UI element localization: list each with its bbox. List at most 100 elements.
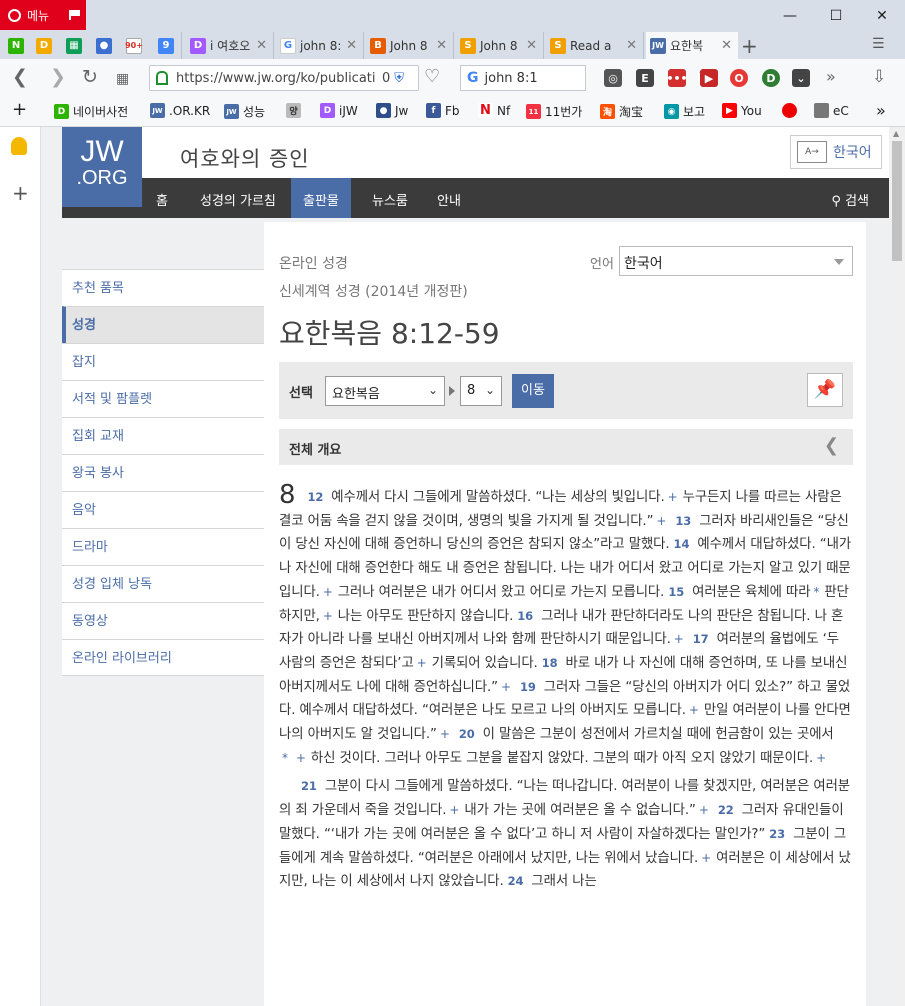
cross-reference-marker[interactable]: + [417,656,427,670]
new-tab-icon[interactable]: + [741,34,758,58]
cross-reference-marker[interactable]: + [323,609,333,623]
nav-newsroom[interactable]: 뉴스룸 [360,178,420,218]
nav-home[interactable]: 홈 [144,178,180,218]
evernote-icon[interactable]: E [636,69,654,87]
verse-number[interactable]: 18 [542,656,558,670]
dots-icon[interactable]: ••• [666,69,688,87]
url-field[interactable]: https://www.jw.org/ko/publication 0 ⛨ [149,65,419,91]
media-play-icon[interactable]: ▶ [700,69,718,87]
footnote-marker[interactable]: * [282,751,288,765]
nav-search[interactable]: ⚲ 검색 [831,178,869,218]
language-button[interactable]: A→ 한국어 [790,135,882,169]
leftnav-item[interactable]: 서적 및 팜플렛 [62,380,264,417]
tab-2[interactable]: Gjohn 8: ✕ [276,32,364,59]
add-sidebar-icon[interactable]: + [12,181,29,205]
verse-number[interactable]: 21 [301,779,317,793]
tab-3[interactable]: B John 8 ✕ [366,32,454,59]
bookmark-item[interactable]: DiJW [320,103,358,118]
verse-number[interactable]: 24 [508,874,524,888]
scrollbar-thumb[interactable] [892,141,902,261]
nav-publications[interactable]: 출판물 [291,178,351,218]
page-scrollbar[interactable]: ▲ [889,127,905,1006]
footnote-marker[interactable]: * [813,585,819,599]
leftnav-item[interactable]: 동영상 [62,602,264,639]
bookmark-item[interactable]: JW 성능 [224,103,265,120]
pinned-tab-naver[interactable]: N [4,32,32,59]
maximize-icon[interactable]: ☐ [826,6,846,26]
search-field[interactable]: G john 8:1 [460,65,586,91]
heart-icon[interactable]: ♡ [424,67,440,87]
language-select[interactable]: 한국어 [619,246,853,276]
verse-number[interactable]: 13 [675,514,691,528]
tab-5[interactable]: S Read a ✕ [546,32,644,59]
close-tab-icon[interactable]: ✕ [346,38,357,53]
cross-reference-marker[interactable]: + [699,803,709,817]
tab-active[interactable]: JW 요한복 ✕ [646,32,738,59]
leftnav-item[interactable]: 성경 입체 낭독 [62,565,264,602]
opera-menu-button[interactable]: 메뉴 [0,0,86,30]
verse-number[interactable]: 19 [520,680,536,694]
opera-adblock-icon[interactable]: O [730,69,748,87]
cross-reference-marker[interactable]: + [689,703,699,717]
cross-reference-marker[interactable]: + [816,751,826,765]
pinned-tab-gmail[interactable]: 90+ [122,32,150,59]
leftnav-item-active[interactable]: 성경 [62,306,264,343]
bookmark-item[interactable]: f Fb [426,103,460,118]
chevron-left-icon[interactable]: ❮ [824,435,839,456]
download-icon[interactable]: ⇩ [872,67,886,87]
verse-number[interactable]: 15 [668,585,684,599]
leftnav-item[interactable]: 드라마 [62,528,264,565]
leftnav-item[interactable]: 잡지 [62,343,264,380]
verse-number[interactable]: 14 [674,537,690,551]
bookmark-item[interactable]: N Nf [478,103,510,118]
tab-menu-icon[interactable]: ☰ [872,36,888,52]
verse-number[interactable]: 16 [517,609,533,623]
leftnav-item[interactable]: 추천 품목 [62,269,264,306]
cross-reference-marker[interactable]: + [701,851,711,865]
scroll-up-icon[interactable]: ▲ [893,129,899,138]
cross-reference-marker[interactable]: + [440,727,450,741]
bookmark-item[interactable]: JW .OR.KR [150,103,210,118]
pinned-tab-contacts[interactable]: ● [92,32,120,59]
speed-dial-icon[interactable]: ▦ [116,69,129,89]
close-tab-icon[interactable]: ✕ [721,38,732,53]
jw-logo[interactable]: JW .ORG [62,127,142,207]
pinned-tab-d[interactable]: D [32,32,60,59]
verse-number[interactable]: 12 [307,490,323,504]
close-tab-icon[interactable]: ✕ [436,38,447,53]
tab-1[interactable]: Di 여호오 ✕ [186,32,274,59]
pinned-tab-sheets[interactable]: ▦ [62,32,90,59]
pin-button[interactable]: 📌 [807,373,843,407]
tab-4[interactable]: S John 8 ✕ [456,32,544,59]
nav-about[interactable]: 안내 [425,178,473,218]
more-bookmarks-icon[interactable]: » [876,101,886,120]
minimize-icon[interactable]: — [780,6,800,26]
pocket-icon[interactable]: ⌄ [792,69,810,87]
cross-reference-marker[interactable]: + [323,585,333,599]
d-ext-icon[interactable]: D [762,69,780,87]
chapter-select[interactable]: 8 ⌄ [460,376,502,406]
site-title[interactable]: 여호와의 증인 [180,143,310,173]
bookmark-folder[interactable]: eC [814,103,849,118]
bookmark-item[interactable]: 淘淘宝 [600,103,643,120]
forward-icon[interactable]: ❯ [50,67,66,87]
bookmark-item[interactable]: ● Jw [376,103,408,118]
go-button[interactable]: 이동 [512,374,554,408]
bookmark-item[interactable]: 양 [286,103,301,118]
bookmark-item[interactable] [782,103,797,118]
verse-number[interactable]: 20 [459,727,475,741]
verse-number[interactable]: 17 [693,632,709,646]
steering-icon[interactable]: ◎ [604,69,622,87]
add-bookmark-icon[interactable]: + [12,99,27,120]
cross-reference-marker[interactable]: + [501,680,511,694]
bookmark-item[interactable]: 11 11번가 [526,103,582,120]
cross-reference-marker[interactable]: + [656,514,666,528]
close-tab-icon[interactable]: ✕ [256,38,267,53]
leftnav-item[interactable]: 집회 교재 [62,417,264,454]
leftnav-item[interactable]: 왕국 봉사 [62,454,264,491]
bookmark-item[interactable]: ◉ 보고 [664,103,705,120]
leftnav-item[interactable]: 온라인 라이브러리 [62,639,264,676]
cross-reference-marker[interactable]: + [296,751,306,765]
lightbulb-icon[interactable] [11,137,27,155]
more-extensions-icon[interactable]: » [826,67,836,87]
